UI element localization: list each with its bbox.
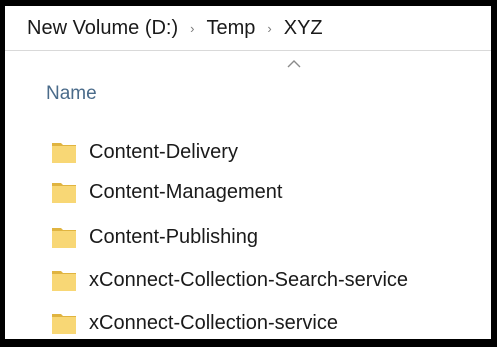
breadcrumb-item-volume[interactable]: New Volume (D:) bbox=[27, 17, 178, 40]
folder-name: Content-Management bbox=[89, 180, 283, 203]
list-item[interactable]: Content-Management bbox=[51, 174, 282, 210]
breadcrumb-separator-icon[interactable]: › bbox=[267, 21, 271, 36]
folder-name: Content-Delivery bbox=[89, 140, 238, 163]
list-item[interactable]: xConnect-Collection-Search-service bbox=[51, 262, 408, 298]
folder-icon bbox=[52, 271, 76, 291]
folder-icon bbox=[52, 143, 76, 163]
folder-name: xConnect-Collection-Search-service bbox=[89, 268, 409, 291]
list-item[interactable]: xConnect-Collection-service bbox=[51, 305, 338, 341]
folder-name: Content-Publishing bbox=[89, 225, 258, 248]
breadcrumb-item-temp[interactable]: Temp bbox=[207, 17, 256, 40]
breadcrumb-separator-icon[interactable]: › bbox=[190, 21, 194, 36]
breadcrumb-item-xyz[interactable]: XYZ bbox=[284, 17, 323, 40]
breadcrumb: New Volume (D:) › Temp › XYZ bbox=[5, 6, 491, 51]
column-header: Name bbox=[5, 51, 491, 111]
file-explorer-window: New Volume (D:) › Temp › XYZ Name Conten… bbox=[5, 6, 491, 339]
column-name-header[interactable]: Name bbox=[46, 83, 97, 105]
folder-icon bbox=[52, 183, 76, 203]
chevron-up-icon bbox=[287, 60, 301, 68]
list-item[interactable]: Content-Delivery bbox=[51, 134, 238, 170]
folder-icon bbox=[52, 314, 76, 334]
folder-name: xConnect-Collection-service bbox=[89, 311, 338, 334]
folder-icon bbox=[52, 228, 76, 248]
list-item[interactable]: Content-Publishing bbox=[51, 219, 258, 255]
